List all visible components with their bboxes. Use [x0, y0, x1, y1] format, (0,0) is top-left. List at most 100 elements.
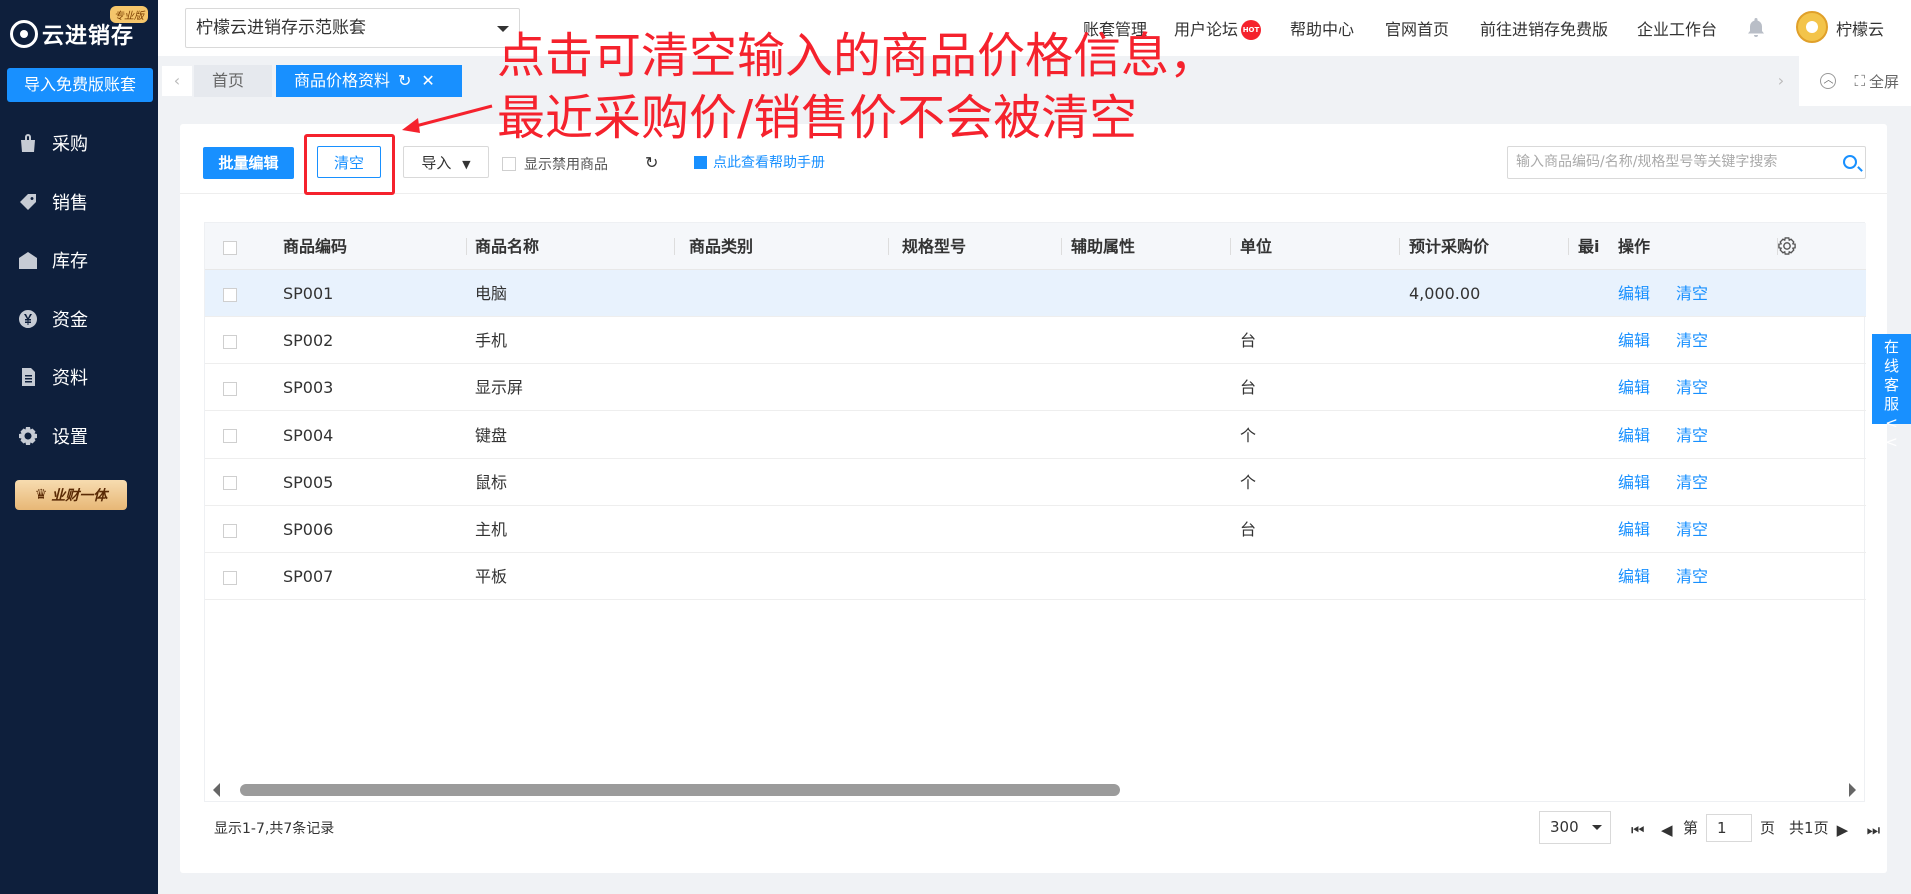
scrollbar-thumb[interactable] [240, 784, 1120, 796]
row-checkbox[interactable] [223, 287, 237, 302]
sidebar-item-funds[interactable]: 资金 [0, 290, 158, 349]
row-checkbox[interactable] [223, 570, 237, 585]
tab-scroll-left-icon[interactable]: ‹ [162, 66, 192, 96]
close-icon[interactable]: ✕ [421, 65, 434, 97]
col-code[interactable]: 商品编码 [283, 223, 467, 270]
refresh-icon[interactable]: ↻ [398, 65, 411, 97]
row-clear-link[interactable]: 清空 [1676, 317, 1708, 364]
bag-icon [21, 134, 35, 153]
tab-price-data[interactable]: 商品价格资料 ↻ ✕ [276, 65, 462, 97]
tab-tools: ︿ ⛶ 全屏 [1799, 56, 1911, 106]
col-spec[interactable]: 规格型号 [902, 223, 1062, 270]
fullscreen-icon[interactable]: ⛶ [1854, 72, 1865, 90]
fullscreen-label[interactable]: 全屏 [1869, 71, 1899, 92]
row-edit-link[interactable]: 编辑 [1618, 317, 1650, 364]
sidebar-item-inventory[interactable]: 库存 [0, 231, 158, 290]
link-workbench[interactable]: 企业工作台 [1637, 16, 1717, 40]
row-edit-link[interactable]: 编辑 [1618, 553, 1650, 600]
table-row[interactable]: SP002 手机 台 编辑 清空 [205, 317, 1866, 365]
row-edit-link[interactable]: 编辑 [1618, 364, 1650, 411]
row-edit-link[interactable]: 编辑 [1618, 412, 1650, 459]
sidebar-item-data[interactable]: 资料 [0, 348, 158, 407]
col-attr[interactable]: 辅助属性 [1071, 223, 1231, 270]
sidebar-item-purchase[interactable]: 采购 [0, 114, 158, 173]
tab-scroll-right-icon[interactable]: › [1766, 66, 1796, 96]
table-row[interactable]: SP006 主机 台 编辑 清空 [205, 506, 1866, 553]
table-row[interactable]: SP007 平板 编辑 清空 [205, 553, 1866, 601]
collapse-icon[interactable]: ︿ [1820, 73, 1837, 89]
table-row[interactable]: SP003 显示屏 台 编辑 清空 [205, 364, 1866, 412]
avatar[interactable] [1796, 11, 1828, 43]
col-divider[interactable] [1568, 238, 1569, 255]
select-all-checkbox[interactable] [223, 240, 237, 255]
link-official-site[interactable]: 官网首页 [1385, 16, 1449, 40]
row-edit-link[interactable]: 编辑 [1618, 270, 1650, 317]
last-page-icon[interactable]: ⏭ [1867, 821, 1881, 839]
show-disabled-checkbox[interactable] [502, 157, 516, 171]
row-clear-link[interactable]: 清空 [1676, 459, 1708, 506]
col-divider[interactable] [1230, 238, 1231, 255]
table-row[interactable]: SP001 电脑 4,000.00 编辑 清空 [205, 270, 1866, 317]
refresh-icon[interactable]: ↻ [645, 153, 658, 172]
tab-home[interactable]: 首页 [194, 65, 272, 97]
vip-badge[interactable]: ♛ 业财一体 [15, 480, 127, 510]
clear-button[interactable]: 清空 [317, 146, 381, 178]
show-disabled-toggle[interactable]: 显示禁用商品 [502, 154, 608, 174]
search-input[interactable]: 输入商品编码/名称/规格型号等关键字搜索 [1507, 146, 1866, 179]
import-free-button[interactable]: 导入免费版账套 [7, 68, 153, 102]
col-label: 规格型号 [902, 237, 967, 256]
scroll-right-icon[interactable] [1849, 783, 1863, 797]
import-button[interactable]: 导入 ▼ [403, 146, 489, 178]
prev-page-icon[interactable]: ◀ [1661, 821, 1675, 839]
import-label: 导入 [421, 154, 452, 172]
table-row[interactable]: SP004 键盘 个 编辑 清空 [205, 412, 1866, 459]
sidebar-item-sales[interactable]: 销售 [0, 173, 158, 232]
horizontal-scrollbar[interactable] [204, 780, 1865, 800]
help-link[interactable]: 点此查看帮助手册 [694, 152, 825, 172]
next-page-icon[interactable]: ▶ [1837, 821, 1851, 839]
bell-icon[interactable] [1745, 16, 1767, 38]
row-clear-link[interactable]: 清空 [1676, 270, 1708, 317]
col-divider[interactable] [466, 238, 467, 255]
col-est-purchase[interactable]: 预计采购价 [1409, 223, 1569, 270]
online-service-button[interactable]: 在线客服<< [1872, 334, 1911, 451]
warehouse-icon [19, 252, 37, 270]
cell-checkbox [223, 506, 237, 553]
page-input[interactable]: 1 [1706, 813, 1753, 842]
column-settings-icon[interactable] [1778, 237, 1796, 255]
col-unit[interactable]: 单位 [1240, 223, 1400, 270]
gear-icon [19, 426, 37, 445]
scroll-left-icon[interactable] [206, 783, 220, 797]
row-clear-link[interactable]: 清空 [1676, 364, 1708, 411]
link-free-edition[interactable]: 前往进销存免费版 [1480, 16, 1608, 40]
col-divider[interactable] [674, 238, 675, 255]
page-size-select[interactable]: 300 [1539, 811, 1611, 844]
table-row[interactable]: SP005 鼠标 个 编辑 清空 [205, 459, 1866, 506]
cell-code: SP003 [283, 378, 334, 398]
sidebar-item-settings[interactable]: 设置 [0, 407, 158, 466]
row-checkbox[interactable] [223, 523, 237, 538]
col-divider[interactable] [1061, 238, 1062, 255]
link-help-center[interactable]: 帮助中心 [1290, 16, 1354, 40]
row-clear-link[interactable]: 清空 [1676, 412, 1708, 459]
row-edit-link[interactable]: 编辑 [1618, 459, 1650, 506]
col-name[interactable]: 商品名称 [475, 223, 675, 270]
col-divider[interactable] [1399, 238, 1400, 255]
col-category[interactable]: 商品类别 [689, 223, 889, 270]
batch-edit-button[interactable]: 批量编辑 [203, 147, 294, 179]
search-icon[interactable] [1843, 155, 1857, 169]
row-clear-link[interactable]: 清空 [1676, 506, 1708, 553]
col-latest[interactable]: 最i [1578, 223, 1608, 270]
row-checkbox[interactable] [223, 476, 237, 491]
row-checkbox[interactable] [223, 334, 237, 349]
cell-name: 显示屏 [475, 378, 524, 398]
first-page-icon[interactable]: ⏮ [1631, 821, 1645, 839]
sidebar-item-label: 库存 [52, 251, 88, 273]
row-checkbox[interactable] [223, 429, 237, 444]
username[interactable]: 柠檬云 [1836, 16, 1884, 40]
row-edit-link[interactable]: 编辑 [1618, 506, 1650, 553]
cell-code: SP004 [283, 425, 334, 445]
row-checkbox[interactable] [223, 381, 237, 396]
row-clear-link[interactable]: 清空 [1676, 553, 1708, 600]
col-divider[interactable] [888, 238, 889, 255]
